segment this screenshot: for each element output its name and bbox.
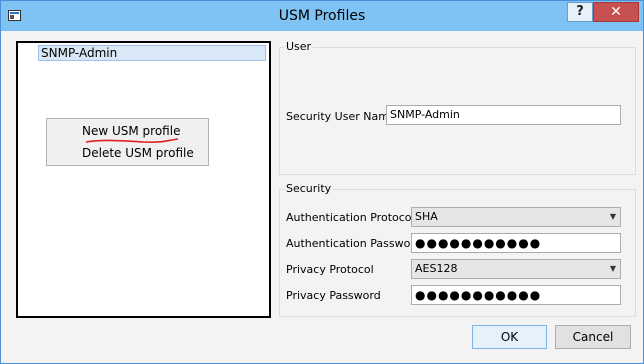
help-button[interactable]: ? [567,2,593,22]
dropdown-arrow-icon: ▼ [609,212,616,221]
ok-button[interactable]: OK [472,325,547,349]
privacy-protocol-select[interactable]: AES128 ▼ [411,259,621,279]
authentication-protocol-value: SHA [415,210,438,223]
profile-list-item-snmp-admin[interactable]: SNMP-Admin [38,45,266,61]
red-underline-annotation [85,138,179,143]
user-group-title: User [284,40,314,53]
security-user-name-input[interactable]: SNMP-Admin [386,105,621,125]
profile-list[interactable]: SNMP-Admin [16,41,271,318]
authentication-password-input[interactable]: ●●●●●●●●●●● [411,233,621,253]
close-button[interactable]: ✕ [593,2,639,22]
privacy-protocol-label: Privacy Protocol [286,263,374,276]
usm-profiles-window: USM Profiles ? ✕ SNMP-Admin New USM prof… [0,0,644,364]
title-bar[interactable]: USM Profiles ? ✕ [1,1,643,31]
dropdown-arrow-icon: ▼ [609,264,616,273]
privacy-password-input[interactable]: ●●●●●●●●●●● [411,285,621,305]
authentication-protocol-label: Authentication Protocol [286,211,415,224]
authentication-password-label: Authentication Password [286,237,422,250]
privacy-protocol-value: AES128 [415,262,458,275]
security-group-title: Security [284,182,334,195]
security-user-name-label: Security User Name [286,110,396,123]
menu-item-delete-usm-profile[interactable]: Delete USM profile [82,146,194,160]
privacy-password-label: Privacy Password [286,289,381,302]
authentication-protocol-select[interactable]: SHA ▼ [411,207,621,227]
cancel-button[interactable]: Cancel [555,325,631,349]
window-title: USM Profiles [278,8,366,24]
menu-item-new-usm-profile[interactable]: New USM profile [82,124,180,138]
